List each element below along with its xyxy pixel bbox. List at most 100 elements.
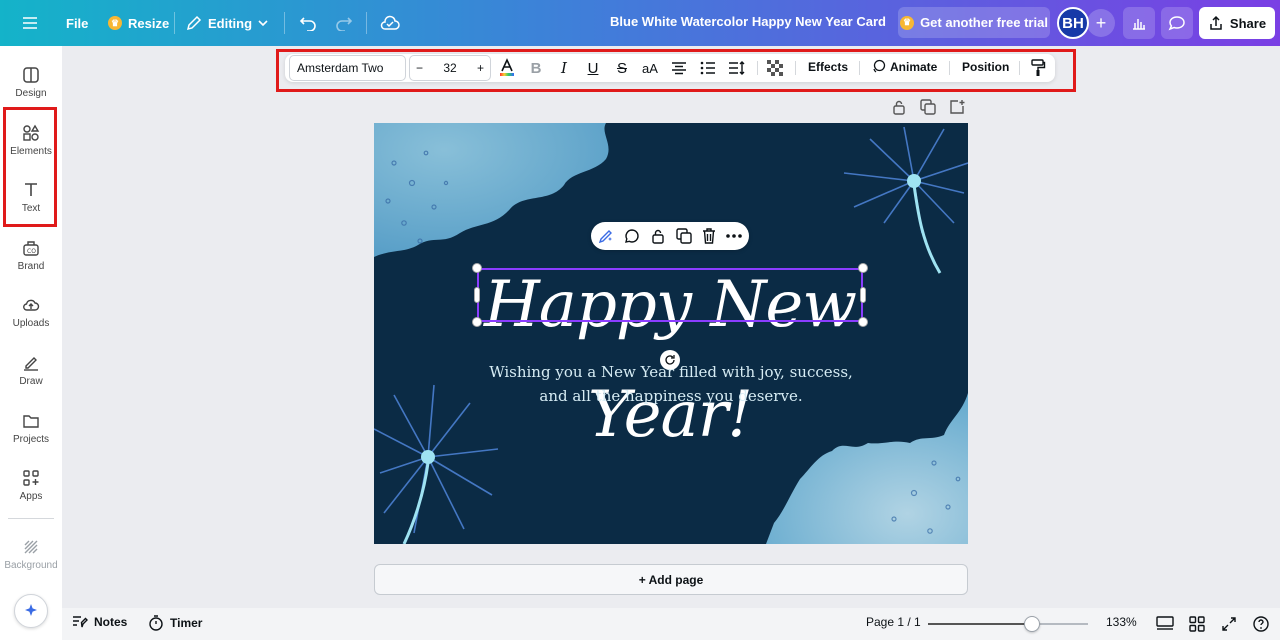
resize-handle-top-left[interactable] — [472, 263, 482, 273]
share-button[interactable]: Share — [1199, 7, 1275, 39]
sidebar-item-projects[interactable]: Projects — [0, 400, 62, 456]
spacing-button[interactable] — [725, 56, 749, 80]
letter-case-icon: aA — [642, 60, 658, 76]
page-indicator[interactable]: Page 1 / 1 — [866, 615, 921, 629]
file-menu-button[interactable]: File — [66, 7, 88, 39]
more-horizontal-icon — [726, 234, 742, 238]
comment-button[interactable] — [622, 226, 642, 246]
strikethrough-button[interactable]: S — [610, 56, 634, 80]
comment-icon — [1168, 16, 1185, 31]
add-page-icon — [950, 100, 965, 114]
duplicate-page-button[interactable] — [919, 98, 937, 116]
undo-button[interactable] — [292, 7, 324, 39]
help-button[interactable] — [1252, 615, 1270, 633]
magic-assistant-button[interactable] — [14, 594, 48, 628]
help-icon — [1253, 616, 1269, 632]
letter-case-button[interactable]: aA — [638, 56, 662, 80]
font-family-selector[interactable]: Amsterdam Two — [289, 55, 406, 81]
avatar[interactable]: BH — [1057, 7, 1089, 39]
undo-icon — [292, 7, 324, 39]
free-trial-button[interactable]: ♛ Get another free trial — [898, 7, 1050, 38]
fullscreen-button[interactable] — [1220, 615, 1238, 633]
magic-edit-button[interactable] — [596, 226, 616, 246]
text-color-button[interactable] — [495, 56, 519, 80]
brand-icon: CO — [23, 240, 39, 256]
redo-icon — [328, 7, 360, 39]
greeting-subtext[interactable]: Wishing you a New Year filled with joy, … — [474, 360, 868, 408]
transparency-button[interactable] — [763, 56, 787, 80]
sidebar-item-brand[interactable]: CO Brand — [0, 227, 62, 283]
cloud-check-icon — [374, 7, 406, 39]
notes-button[interactable]: Notes — [72, 615, 127, 629]
resize-handle-bottom-left[interactable] — [472, 317, 482, 327]
sidebar-item-label: Brand — [17, 260, 45, 272]
more-options-button[interactable] — [724, 226, 744, 246]
font-size-stepper: − 32 + — [409, 55, 491, 81]
animate-button[interactable]: Animate — [871, 59, 937, 74]
effects-button[interactable]: Effects — [808, 60, 848, 74]
page-view-button[interactable] — [1156, 615, 1174, 633]
align-button[interactable] — [667, 56, 691, 80]
trash-icon — [703, 228, 715, 244]
insights-button[interactable] — [1123, 7, 1155, 39]
italic-button[interactable]: I — [552, 56, 576, 80]
sidebar-item-draw[interactable]: Draw — [0, 342, 62, 398]
lock-element-button[interactable] — [648, 226, 668, 246]
align-center-icon — [672, 62, 686, 75]
add-collaborator-button[interactable]: + — [1087, 9, 1115, 37]
sidebar-item-apps[interactable]: Apps — [0, 457, 62, 513]
increase-font-size-button[interactable]: + — [477, 61, 484, 75]
sidebar-item-label: Apps — [19, 490, 43, 502]
background-icon — [24, 540, 38, 553]
editing-mode-button[interactable]: Editing — [186, 7, 268, 39]
decrease-font-size-button[interactable]: − — [416, 61, 423, 75]
sidebar-item-elements[interactable]: Elements — [0, 112, 62, 168]
lock-page-button[interactable] — [890, 98, 908, 116]
list-button[interactable] — [696, 56, 720, 80]
position-button[interactable]: Position — [962, 60, 1009, 74]
share-label: Share — [1229, 15, 1267, 31]
resize-handle-right[interactable] — [860, 287, 866, 303]
sidebar-item-background[interactable]: Background — [0, 526, 62, 582]
elements-icon — [23, 124, 40, 141]
sidebar-item-label: Design — [15, 87, 47, 99]
add-page-button[interactable]: + Add page — [374, 564, 968, 595]
underline-button[interactable]: U — [581, 56, 605, 80]
element-context-bar — [591, 222, 749, 250]
delete-element-button[interactable] — [699, 226, 719, 246]
comments-button[interactable] — [1161, 7, 1193, 39]
resize-handle-left[interactable] — [474, 287, 480, 303]
crown-icon: ♛ — [108, 16, 122, 30]
comment-add-icon — [625, 229, 639, 243]
zoom-level[interactable]: 133% — [1106, 615, 1137, 629]
sidebar-item-uploads[interactable]: Uploads — [0, 284, 62, 340]
document-title[interactable]: Blue White Watercolor Happy New Year Car… — [600, 14, 896, 29]
zoom-slider-handle[interactable] — [1024, 616, 1040, 632]
font-size-input[interactable]: 32 — [443, 61, 456, 75]
file-label: File — [66, 15, 89, 31]
plus-icon: + — [1095, 12, 1107, 33]
redo-button[interactable] — [328, 7, 360, 39]
resize-handle-bottom-right[interactable] — [858, 317, 868, 327]
bullet-list-icon — [700, 61, 715, 75]
add-page-icon-button[interactable] — [948, 98, 966, 116]
duplicate-icon — [920, 99, 936, 115]
left-sidebar: Design Elements Text CO Brand Uploads Dr… — [0, 46, 62, 640]
grid-view-button[interactable] — [1188, 615, 1206, 633]
copy-style-button[interactable] — [1026, 56, 1050, 80]
resize-button[interactable]: ♛ Resize — [108, 7, 169, 39]
main-menu-button[interactable] — [14, 7, 46, 39]
share-upload-icon — [1210, 15, 1222, 30]
sidebar-item-text[interactable]: Text — [0, 169, 62, 225]
sidebar-item-label: Uploads — [12, 317, 50, 329]
cloud-save-button[interactable] — [374, 7, 406, 39]
duplicate-element-button[interactable] — [674, 226, 694, 246]
trial-label: Get another free trial — [920, 15, 1048, 30]
folder-icon — [23, 414, 39, 428]
text-icon — [25, 182, 37, 196]
timer-button[interactable]: Timer — [148, 615, 202, 631]
italic-icon: I — [561, 59, 567, 77]
bold-button[interactable]: B — [524, 56, 548, 80]
sidebar-item-design[interactable]: Design — [0, 54, 62, 110]
resize-handle-top-right[interactable] — [858, 263, 868, 273]
